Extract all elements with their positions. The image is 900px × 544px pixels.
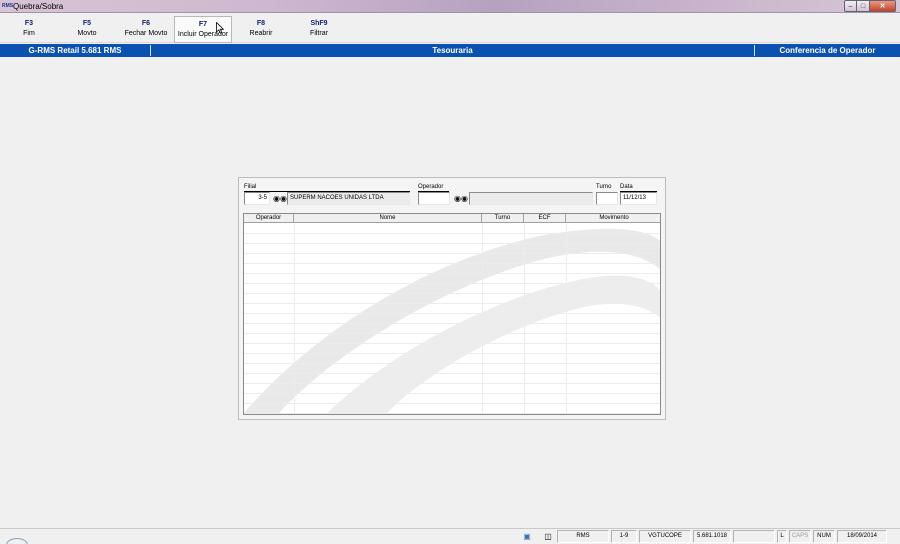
- grid-row-line: [244, 253, 660, 254]
- reabrir-key: F8: [256, 20, 266, 27]
- filtrar-button[interactable]: ShF9 Filtrar: [298, 16, 340, 43]
- filial-code-input[interactable]: 3-5: [244, 192, 270, 205]
- grid-row-line: [244, 263, 660, 264]
- fechar-movto-button[interactable]: F6 Fechar Movto: [120, 16, 172, 43]
- maximize-icon: □: [860, 2, 866, 10]
- filial-name-field: SUPERM NACOES UNIDAS LTDA: [287, 192, 410, 205]
- col-movimento[interactable]: Movimento: [566, 214, 660, 223]
- grid-row-line: [244, 363, 660, 364]
- window-title: Quebra/Sobra: [13, 2, 64, 11]
- grid-row-line: [244, 383, 660, 384]
- watermark-swoosh-icon: [244, 228, 660, 414]
- grid-row-line: [244, 403, 660, 404]
- close-icon: ✕: [879, 3, 886, 10]
- movto-label: Movto: [77, 30, 97, 37]
- col-ecf[interactable]: ECF: [524, 214, 566, 223]
- turno-input[interactable]: [596, 192, 618, 205]
- operator-grid[interactable]: Operador Nome Turno ECF Movimento: [243, 213, 661, 415]
- app-logo-icon: RMS: [2, 3, 14, 9]
- fechar-movto-key: F6: [141, 20, 151, 27]
- status-l: L: [777, 530, 787, 543]
- data-input[interactable]: 11/12/13: [620, 192, 657, 205]
- fim-button[interactable]: F3 Fim: [10, 16, 48, 43]
- reabrir-label: Reabrir: [249, 30, 273, 37]
- grid-row-line: [244, 293, 660, 294]
- status-company: 1-9: [611, 530, 637, 543]
- filial-search-button[interactable]: ◉◉: [273, 194, 287, 203]
- grid-column-line: [524, 223, 525, 414]
- operador-input[interactable]: [418, 192, 450, 205]
- binoculars-icon: ◉◉: [273, 194, 287, 203]
- grid-row-line: [244, 313, 660, 314]
- close-button[interactable]: ✕: [870, 0, 896, 12]
- fim-key: F3: [24, 20, 34, 27]
- status-version: 5.681.1018: [693, 530, 731, 543]
- grid-row-line: [244, 323, 660, 324]
- fechar-movto-label: Fechar Movto: [124, 30, 168, 37]
- binoculars-icon: ◉◉: [454, 194, 468, 203]
- function-key-toolbar: F3 Fim F5 Movto F6 Fechar Movto F7 Inclu…: [0, 14, 900, 43]
- network-icon: ▣: [523, 532, 531, 541]
- maximize-button[interactable]: □: [857, 0, 870, 12]
- start-orb-icon: [6, 538, 28, 544]
- status-program: VGTUCOPE: [639, 530, 691, 543]
- module-title: Tesouraria: [432, 46, 473, 55]
- title-bar: RMS Quebra/Sobra – □ ✕: [0, 0, 900, 13]
- filial-label: Filial: [244, 184, 257, 190]
- grid-row-line: [244, 413, 660, 414]
- minimize-button[interactable]: –: [844, 0, 857, 12]
- grid-column-line: [294, 223, 295, 414]
- operador-label: Operador: [418, 184, 444, 190]
- mouse-cursor-icon: [216, 22, 224, 34]
- grid-row-line: [244, 233, 660, 234]
- grid-column-line: [566, 223, 567, 414]
- status-bar: ▣ ◫ RMS 1-9 VGTUCOPE 5.681.1018 L CAPS N…: [0, 528, 900, 544]
- module-header-bar: G-RMS Retail 5.681 RMS Tesouraria Confer…: [0, 44, 900, 57]
- minimize-icon: –: [848, 2, 853, 10]
- grid-row-line: [244, 373, 660, 374]
- grid-row-line: [244, 243, 660, 244]
- grid-header: Operador Nome Turno ECF Movimento: [244, 214, 660, 223]
- grid-row-line: [244, 303, 660, 304]
- operador-search-button[interactable]: ◉◉: [454, 194, 468, 203]
- filtrar-key: ShF9: [310, 20, 328, 27]
- status-empty: [733, 530, 775, 543]
- movto-button[interactable]: F5 Movto: [67, 16, 107, 43]
- conferencia-dialog: Filial 3-5 ◉◉ SUPERM NACOES UNIDAS LTDA …: [238, 177, 666, 420]
- movto-key: F5: [82, 20, 92, 27]
- grid-row-line: [244, 343, 660, 344]
- system-version: G-RMS Retail 5.681 RMS: [28, 46, 122, 55]
- grid-row-line: [244, 273, 660, 274]
- col-nome[interactable]: Nome: [294, 214, 482, 223]
- clipboard-icon: ◫: [544, 532, 552, 541]
- col-turno[interactable]: Turno: [482, 214, 524, 223]
- grid-row-line: [244, 333, 660, 334]
- status-system: RMS: [557, 530, 609, 543]
- reabrir-button[interactable]: F8 Reabrir: [240, 16, 282, 43]
- turno-label: Turno: [596, 184, 612, 190]
- status-date: 18/09/2014: [837, 530, 887, 543]
- fim-label: Fim: [23, 30, 35, 37]
- data-label: Data: [620, 184, 633, 190]
- status-num: NUM: [813, 530, 835, 543]
- grid-row-line: [244, 353, 660, 354]
- col-operador[interactable]: Operador: [244, 214, 294, 223]
- grid-row-line: [244, 283, 660, 284]
- filtrar-label: Filtrar: [310, 30, 328, 37]
- status-caps: CAPS: [789, 530, 811, 543]
- screen-title: Conferencia de Operador: [779, 46, 876, 55]
- grid-row-line: [244, 393, 660, 394]
- window-controls: – □ ✕: [844, 0, 896, 12]
- operador-name-field: [469, 192, 593, 205]
- grid-column-line: [482, 223, 483, 414]
